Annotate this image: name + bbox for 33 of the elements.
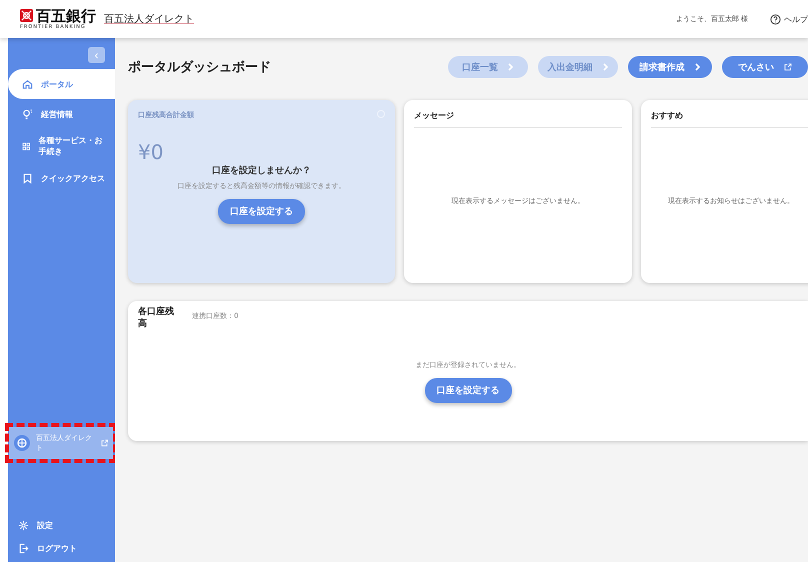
collapse-button[interactable]: ‹ <box>88 47 105 63</box>
external-link-icon <box>100 439 108 447</box>
action-button[interactable]: でんさい <box>722 56 808 78</box>
prompt-title: 口座を設定しませんか？ <box>212 164 311 177</box>
chevron-right-icon <box>508 63 514 71</box>
balance-amount: ¥0 <box>138 140 164 164</box>
sidebar-item[interactable]: クイックアクセス <box>8 163 115 193</box>
external-link-icon <box>784 63 792 71</box>
sidebar-item[interactable]: 各種サービス・お手続き <box>8 129 115 163</box>
home-icon <box>22 78 33 90</box>
bank-logo-icon <box>20 9 33 22</box>
sidebar-item[interactable]: ログアウト <box>0 537 115 560</box>
lightbulb-icon <box>22 108 33 120</box>
card-title: メッセージ <box>414 110 622 128</box>
globe-icon <box>14 435 30 451</box>
service-name: 百五法人ダイレクト <box>104 12 194 26</box>
page-title: ポータルダッシュボード <box>128 59 272 76</box>
sidebar-item[interactable]: 設定 <box>0 514 115 537</box>
setup-account-button[interactable]: 口座を設定する <box>218 199 305 224</box>
bookmark-icon <box>22 172 33 184</box>
chevron-right-icon <box>602 63 608 71</box>
bank-name: 百五銀行 <box>36 8 96 24</box>
sidebar-item[interactable]: 経営情報 <box>8 99 115 129</box>
help-icon <box>770 14 781 24</box>
card-title: 各口座残高 <box>138 306 175 330</box>
sidebar-item[interactable]: ポータル <box>8 69 115 99</box>
help-link[interactable]: ヘルプ <box>770 14 808 24</box>
action-button[interactable]: 請求書作成 <box>628 56 712 78</box>
card-title: おすすめ <box>651 110 808 128</box>
logout-icon <box>18 543 29 554</box>
setup-account-button[interactable]: 口座を設定する <box>424 378 512 403</box>
chevron-right-icon <box>694 63 700 71</box>
grid-icon <box>22 140 31 152</box>
